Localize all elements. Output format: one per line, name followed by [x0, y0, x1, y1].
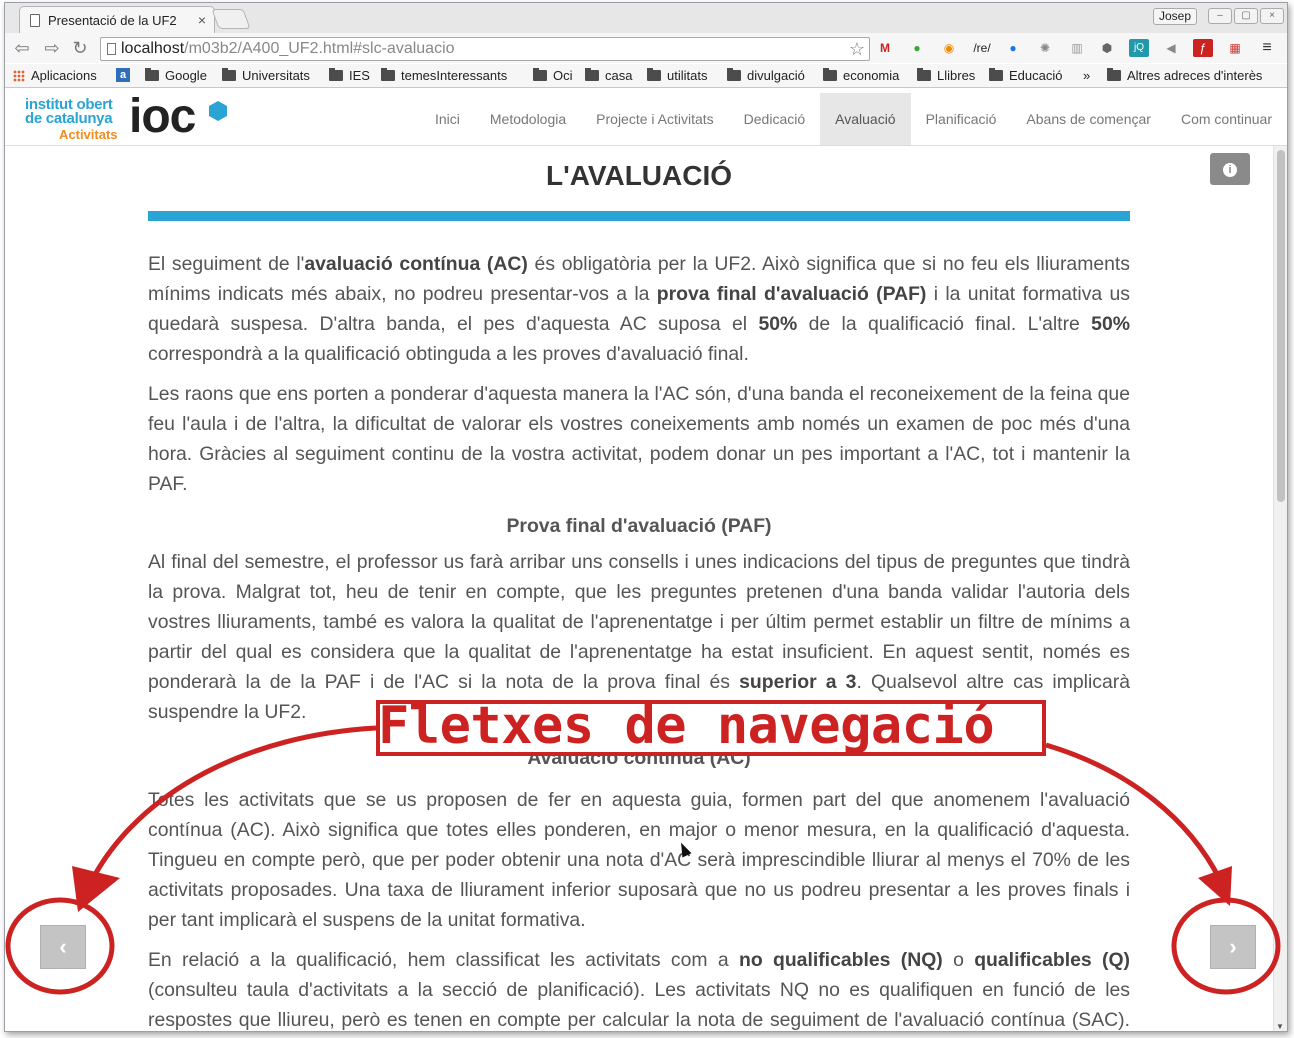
- cube-icon[interactable]: ⬢: [1097, 39, 1117, 57]
- settings-extension-icon[interactable]: ✺: [1035, 39, 1055, 57]
- browser-tab[interactable]: Presentació de la UF2 ×: [19, 6, 215, 33]
- folder-icon: [329, 68, 343, 81]
- menu-item-metodologia[interactable]: Metodologia: [475, 93, 581, 145]
- bookmark-apps[interactable]: Aplicacions: [13, 68, 97, 83]
- amazon-icon: a: [116, 68, 130, 82]
- bookmark-folder[interactable]: Educació: [989, 68, 1062, 83]
- color-picker-icon[interactable]: ◉: [939, 39, 959, 57]
- bookmark-folder[interactable]: temesInteressants: [381, 68, 521, 83]
- title-divider: [148, 211, 1130, 221]
- paragraph-reasons: Les raons que ens porten a ponderar d'aq…: [148, 383, 1130, 495]
- bookmarks-overflow-button[interactable]: »: [1083, 68, 1090, 83]
- menu-item-projecte[interactable]: Projecte i Activitats: [581, 93, 729, 145]
- url-path: /m03b2/A400_UF2.html#slc-avaluacio: [184, 40, 455, 57]
- main-content: L'AVALUACIÓ El seguiment de l'avaluació …: [148, 153, 1131, 1031]
- bookmark-other[interactable]: Altres adreces d'interès: [1107, 68, 1262, 83]
- browser-toolbar: ⇦ ⇨ ↻ localhost/m03b2/A400_UF2.html#slc-…: [5, 33, 1287, 63]
- browser-window: Presentació de la UF2 × Josep – ▢ × ⇦ ⇨ …: [4, 2, 1288, 1032]
- web-page: institut obert de catalunya Activitats i…: [5, 89, 1287, 1031]
- prev-slide-button[interactable]: ‹: [40, 925, 86, 969]
- maximize-icon[interactable]: ▢: [1234, 8, 1258, 24]
- folder-icon: [917, 68, 931, 81]
- folder-icon: [1107, 68, 1121, 81]
- main-menu: Inici Metodologia Projecte i Activitats …: [420, 93, 1287, 145]
- bookmark-folder[interactable]: Universitats: [222, 68, 310, 83]
- profile-button[interactable]: Josep: [1153, 8, 1198, 25]
- folder-icon: [145, 68, 159, 81]
- bookmark-folder[interactable]: casa: [585, 68, 632, 83]
- paragraph-ac: Totes les activitats que se us proposen …: [148, 789, 1130, 931]
- reload-icon[interactable]: ↻: [69, 37, 91, 59]
- hexagon-icon: [209, 101, 227, 121]
- bookmark-folder[interactable]: utilitats: [647, 68, 707, 83]
- vertical-scrollbar[interactable]: ▼: [1273, 146, 1287, 1031]
- back-icon[interactable]: ⇦: [11, 37, 33, 59]
- flash-icon[interactable]: ƒ: [1193, 39, 1213, 57]
- close-tab-icon[interactable]: ×: [198, 12, 206, 28]
- logo-subtitle: Activitats: [59, 127, 118, 142]
- paragraph-qualificacio: En relació a la qualificació, hem classi…: [148, 949, 1130, 1031]
- logo-mark: ioc: [129, 90, 196, 143]
- next-slide-button[interactable]: ›: [1210, 925, 1256, 969]
- bookmark-star-icon[interactable]: ☆: [849, 38, 865, 60]
- bookmark-folder[interactable]: IES: [329, 68, 370, 83]
- page-icon: [30, 13, 40, 27]
- minimize-icon[interactable]: –: [1208, 8, 1232, 24]
- menu-item-avaluacio[interactable]: Avaluació: [820, 93, 911, 145]
- bookmark-folder[interactable]: divulgació: [727, 68, 805, 83]
- tab-strip: Presentació de la UF2 × Josep – ▢ ×: [5, 3, 1287, 33]
- heading-paf: Prova final d'avaluació (PAF): [506, 515, 772, 537]
- info-button[interactable]: i: [1210, 153, 1250, 185]
- paragraph-paf: Al final del semestre, el professor us f…: [148, 551, 1131, 723]
- tab-title: Presentació de la UF2: [48, 12, 177, 28]
- bookmark-folder[interactable]: Google: [145, 68, 207, 83]
- evernote-icon[interactable]: ●: [907, 39, 927, 57]
- zoom-icon[interactable]: ●: [1003, 39, 1023, 57]
- menu-item-inici[interactable]: Inici: [420, 93, 475, 145]
- close-window-icon[interactable]: ×: [1260, 8, 1284, 24]
- folder-icon: [647, 68, 661, 81]
- bookmark-folder[interactable]: Oci: [533, 68, 573, 83]
- megaphone-icon[interactable]: ◀: [1161, 39, 1181, 57]
- folder-icon: [727, 68, 741, 81]
- info-icon: i: [1223, 163, 1237, 177]
- bookmark-amazon[interactable]: a: [116, 68, 130, 82]
- bookmarks-bar: Aplicacions a Google Universitats IES te…: [5, 64, 1287, 88]
- scrollbar-thumb[interactable]: [1277, 150, 1285, 502]
- page-info-icon: [107, 43, 116, 55]
- heading-ac: Avaluació contínua (AC): [527, 747, 751, 769]
- folder-icon: [823, 68, 837, 81]
- bookmark-folder[interactable]: Llibres: [917, 68, 975, 83]
- scroll-down-icon[interactable]: ▼: [1276, 1022, 1284, 1031]
- folder-icon: [381, 68, 395, 81]
- menu-item-dedicacio[interactable]: Dedicació: [729, 93, 820, 145]
- address-bar[interactable]: localhost/m03b2/A400_UF2.html#slc-avalua…: [100, 37, 870, 61]
- logo-line2: de catalunya: [25, 110, 113, 127]
- paragraph-intro: El seguiment de l'avaluació contínua (AC…: [148, 253, 1130, 365]
- menu-icon[interactable]: ≡: [1257, 39, 1277, 57]
- forward-icon[interactable]: ⇨: [41, 37, 63, 59]
- page-title: L'AVALUACIÓ: [545, 160, 733, 191]
- new-tab-button[interactable]: [211, 9, 251, 29]
- folder-icon: [585, 68, 599, 81]
- abacus-icon[interactable]: ▦: [1225, 39, 1245, 57]
- bookmark-folder[interactable]: economia: [823, 68, 899, 83]
- folder-icon: [533, 68, 547, 81]
- site-header: institut obert de catalunya Activitats i…: [5, 89, 1287, 146]
- url-host: localhost: [121, 40, 185, 57]
- apps-icon: [13, 69, 25, 82]
- menu-item-abans[interactable]: Abans de començar: [1011, 93, 1166, 145]
- jquery-icon[interactable]: jQ: [1129, 39, 1149, 57]
- regex-extension-icon[interactable]: /re/: [969, 39, 995, 57]
- menu-item-planificacio[interactable]: Planificació: [911, 93, 1012, 145]
- menu-item-continuar[interactable]: Com continuar: [1166, 93, 1287, 145]
- gmail-icon[interactable]: M: [875, 39, 895, 57]
- extension-icon[interactable]: ▥: [1067, 39, 1087, 57]
- ioc-logo[interactable]: institut obert de catalunya Activitats i…: [25, 90, 235, 143]
- folder-icon: [989, 68, 1003, 81]
- folder-icon: [222, 68, 236, 81]
